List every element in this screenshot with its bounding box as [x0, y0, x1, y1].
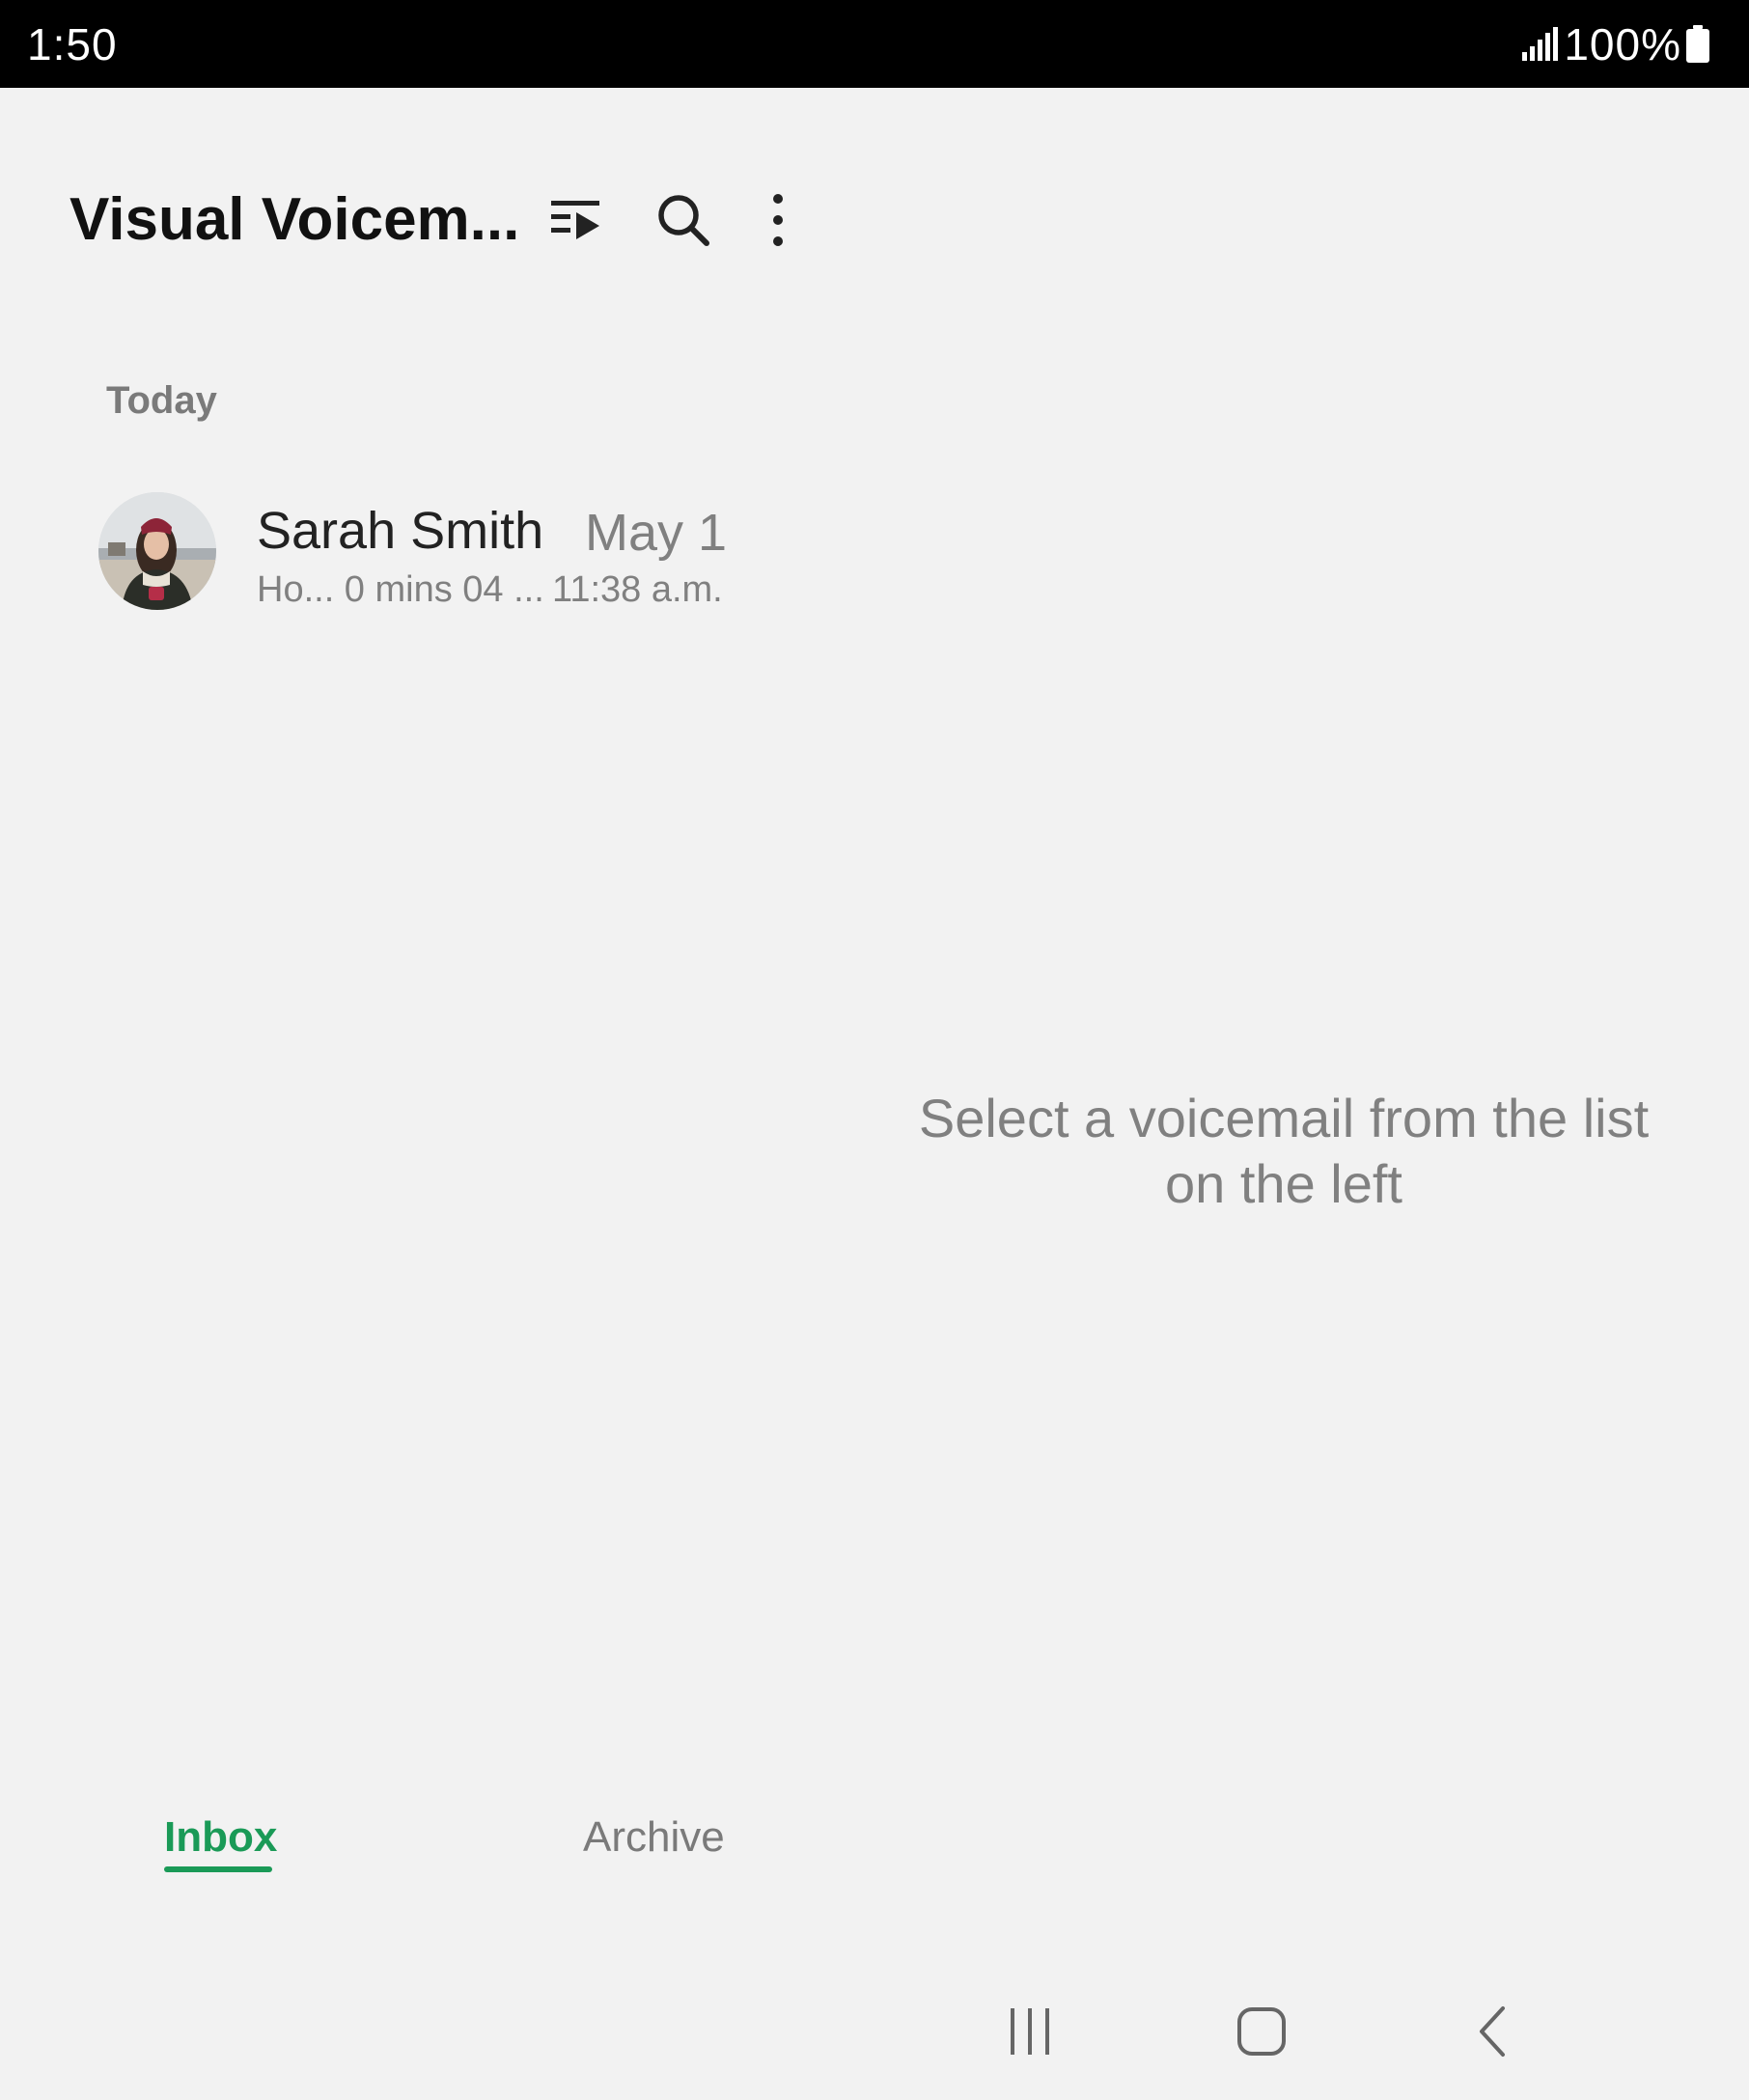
recents-icon	[1011, 2008, 1049, 2055]
status-indicators: 100%	[1521, 19, 1710, 69]
play-all-button[interactable]	[538, 181, 615, 259]
search-icon	[658, 195, 709, 246]
recents-button[interactable]	[986, 1998, 1073, 2065]
avatar	[98, 492, 216, 610]
status-bar: 1:50 100%	[0, 0, 1749, 88]
tab-selected-indicator	[164, 1866, 272, 1872]
home-button[interactable]	[1218, 1998, 1305, 2065]
voicemail-screen: 1:50 100% Visual Voicem... Today Sarah S…	[0, 0, 1749, 2100]
empty-state-message: Select a voicemail from the list on the …	[918, 1088, 1650, 1214]
more-options-button[interactable]	[739, 181, 817, 259]
tab-inbox[interactable]: Inbox	[164, 1810, 277, 1865]
battery-percentage: 100%	[1564, 19, 1681, 69]
section-header-today: Today	[106, 379, 217, 422]
voicemail-list-item[interactable]: Sarah Smith May 1 Ho... 0 mins 04 ... 11…	[87, 481, 763, 622]
voicemail-time: 11:38 a.m.	[552, 569, 723, 610]
more-options-icon	[773, 194, 783, 246]
back-icon	[1480, 2006, 1505, 2057]
signal-icon	[1522, 27, 1559, 61]
battery-icon	[1686, 25, 1709, 63]
back-button[interactable]	[1450, 1998, 1537, 2065]
page-title: Visual Voicem...	[69, 186, 520, 253]
play-list-icon	[551, 201, 599, 239]
home-icon	[1237, 2007, 1286, 2056]
voicemail-details: Ho... 0 mins 04 ...	[257, 569, 544, 610]
tab-archive[interactable]: Archive	[583, 1810, 725, 1865]
contact-name: Sarah Smith	[257, 502, 544, 560]
search-button[interactable]	[645, 181, 722, 259]
status-time: 1:50	[27, 19, 118, 69]
voicemail-date: May 1	[585, 504, 728, 562]
contact-photo	[98, 492, 216, 610]
